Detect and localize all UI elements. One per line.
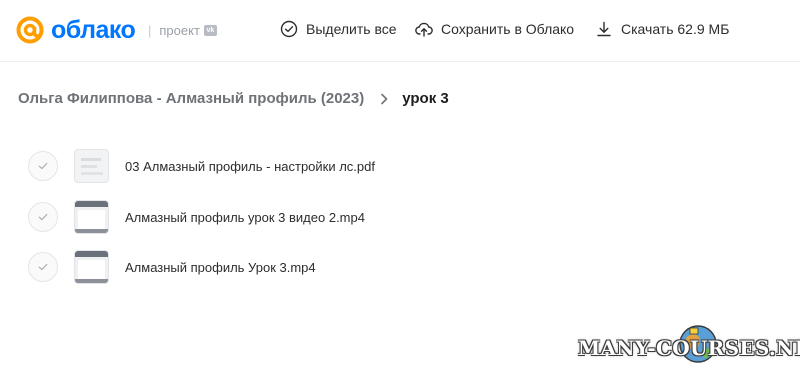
file-row[interactable]: Алмазный профиль Урок 3.mp4	[28, 247, 768, 287]
watermark-text: MANY-COURSES.NET	[578, 336, 800, 360]
download-button[interactable]: Скачать 62.9 МБ	[595, 20, 729, 38]
top-header: облако | проект vk Выделить все Сохранит…	[0, 0, 800, 62]
file-row[interactable]: Алмазный профиль урок 3 видео 2.mp4	[28, 197, 768, 237]
project-label: | проект vk	[148, 23, 217, 38]
file-name[interactable]: 03 Алмазный профиль - настройки лс.pdf	[125, 159, 375, 174]
check-circle-icon	[280, 20, 298, 38]
video-thumbnail	[74, 250, 109, 284]
checkmark-icon	[38, 213, 48, 221]
chevron-right-icon	[381, 93, 388, 104]
select-all-button[interactable]: Выделить все	[280, 20, 397, 38]
file-checkbox[interactable]	[28, 202, 58, 232]
breadcrumb: Ольга Филиппова - Алмазный профиль (2023…	[18, 90, 449, 107]
logo-wordmark: облако	[51, 15, 136, 44]
download-icon	[597, 21, 611, 37]
pdf-thumbnail	[74, 149, 109, 183]
download-label: Скачать 62.9 МБ	[621, 21, 730, 37]
breadcrumb-current: урок 3	[402, 90, 449, 107]
file-name[interactable]: Алмазный профиль урок 3 видео 2.mp4	[125, 210, 365, 225]
select-all-label: Выделить все	[306, 21, 397, 37]
project-text: проект	[159, 23, 200, 38]
checkmark-icon	[38, 263, 48, 271]
checkmark-icon	[38, 162, 48, 170]
file-checkbox[interactable]	[28, 252, 58, 282]
save-to-cloud-button[interactable]: Сохранить в Облако	[415, 20, 574, 38]
at-logo-icon	[16, 16, 44, 44]
save-to-cloud-label: Сохранить в Облако	[441, 21, 575, 37]
video-thumbnail	[74, 200, 109, 234]
project-separator: |	[148, 23, 152, 38]
watermark: MANY-COURSES.NET	[578, 320, 800, 370]
vk-badge: vk	[203, 25, 217, 36]
breadcrumb-parent-link[interactable]: Ольга Филиппова - Алмазный профиль (2023…	[18, 90, 364, 107]
file-name[interactable]: Алмазный профиль Урок 3.mp4	[125, 260, 316, 275]
file-row[interactable]: 03 Алмазный профиль - настройки лс.pdf	[28, 146, 768, 186]
cloud-logo[interactable]: облако	[15, 14, 136, 46]
cloud-upload-icon	[415, 22, 433, 37]
file-checkbox[interactable]	[28, 151, 58, 181]
